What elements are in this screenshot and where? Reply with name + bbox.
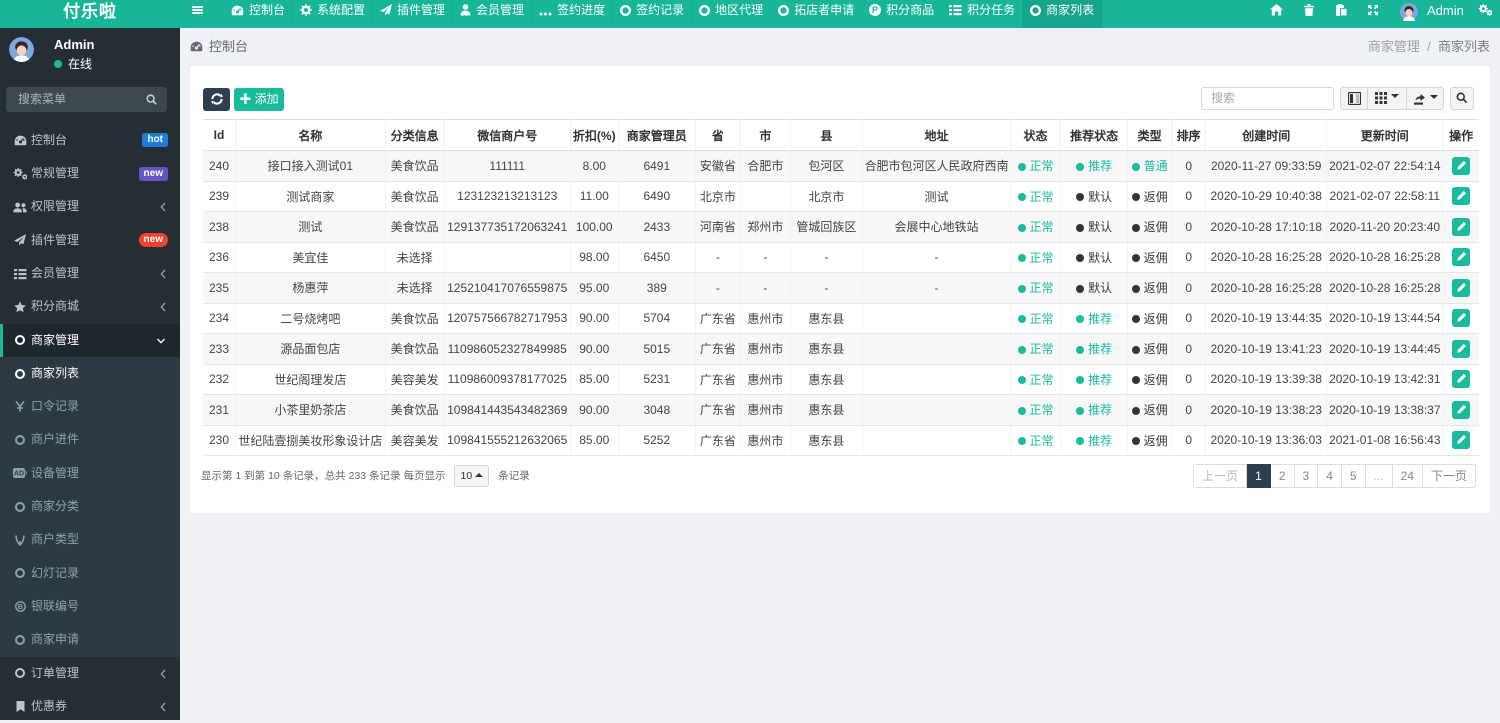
svg-text:AD: AD	[14, 471, 24, 478]
svg-text:P: P	[872, 5, 878, 15]
svg-text:B: B	[17, 602, 23, 611]
